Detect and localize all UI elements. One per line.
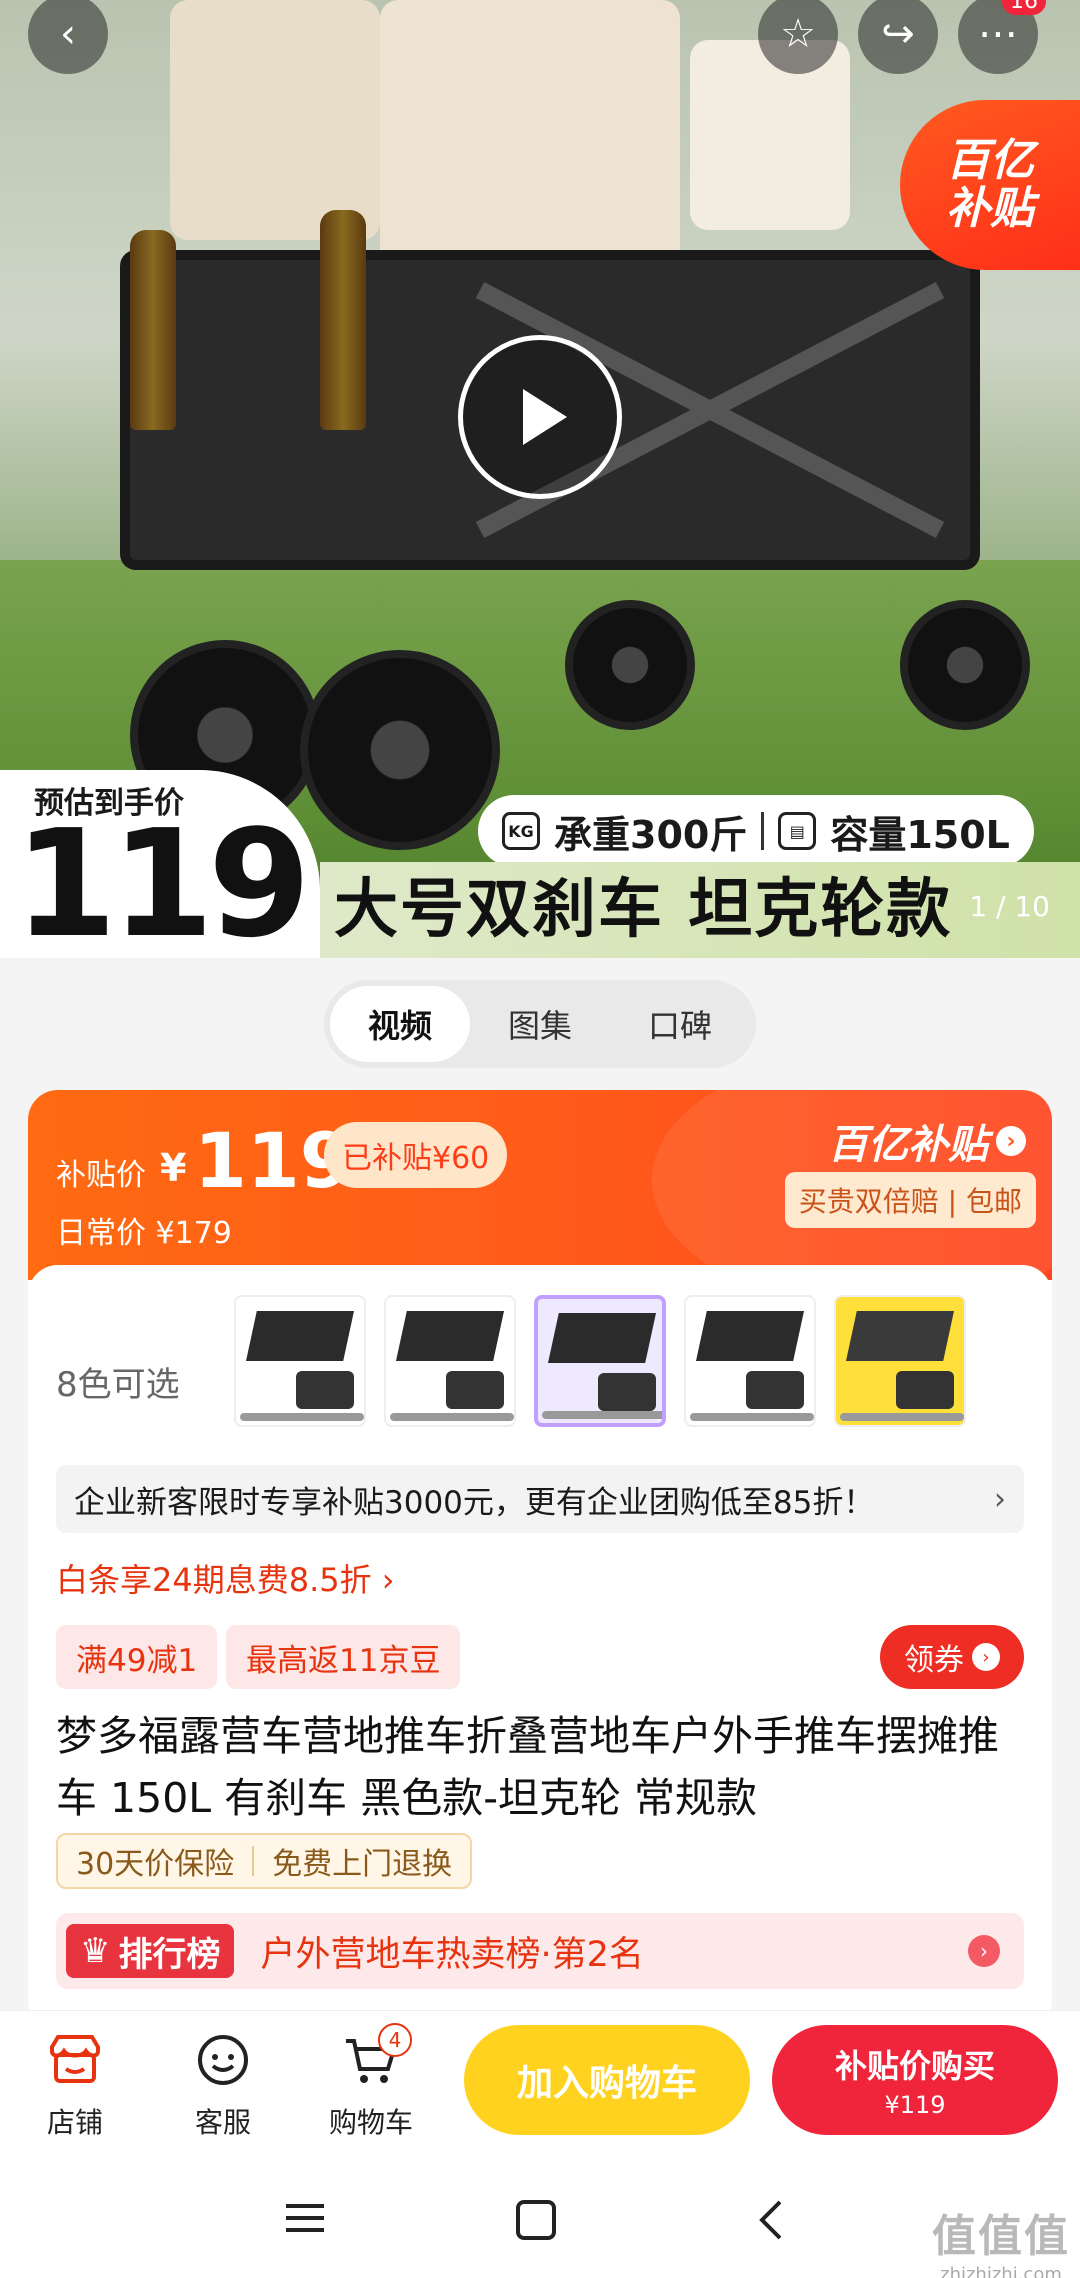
- currency-symbol: ¥: [160, 1146, 187, 1190]
- coupon-tag[interactable]: 最高返11京豆: [226, 1625, 461, 1689]
- get-coupon-label: 领券: [904, 1643, 964, 1678]
- hero-wheel: [300, 650, 500, 850]
- saved-amount-badge: 已补贴¥60: [324, 1122, 508, 1188]
- watermark-logo: 值值值: [932, 2211, 1070, 2262]
- hero-price-value: 119: [14, 798, 311, 958]
- customer-service-label: 客服: [194, 2106, 251, 2139]
- subsidy-price-header[interactable]: 补贴价 ¥ 119 已补贴¥60 日常价 ¥179 百亿补贴 › 买贵双倍赔 |…: [28, 1090, 1052, 1310]
- store-button[interactable]: 店铺: [20, 2029, 130, 2141]
- load-text: 承重300斤: [554, 812, 748, 857]
- buy-now-button[interactable]: 补贴价购买 ¥119: [772, 2025, 1058, 2135]
- color-option[interactable]: [384, 1295, 516, 1427]
- yi-subsidy-badge: 百亿 补贴: [900, 100, 1080, 270]
- tab-reviews[interactable]: 口碑: [610, 986, 750, 1062]
- add-to-cart-button[interactable]: 加入购物车: [464, 2025, 750, 2135]
- capacity-icon: ▤: [778, 812, 817, 850]
- hero-wheel: [565, 600, 695, 730]
- color-option[interactable]: [234, 1295, 366, 1427]
- hero-bag-left: [170, 0, 380, 240]
- yi-badge-line1: 百亿: [946, 134, 1034, 186]
- media-tabs: 视频 图集 口碑: [324, 980, 756, 1068]
- product-page: { "hero": { "yi_badge_line1": "百亿", "yi_…: [0, 0, 1080, 2278]
- chevron-right-icon: ›: [996, 1126, 1026, 1156]
- yi-badge-line2: 补贴: [946, 183, 1034, 234]
- hero-bottle-right: [320, 210, 366, 430]
- daily-price: 日常价 ¥179: [56, 1216, 232, 1251]
- service-guarantees[interactable]: 30天价保险 免费上门退换: [56, 1833, 473, 1889]
- enterprise-promo-bar[interactable]: 企业新客限时专享补贴3000元，更有企业团购低至85折！ ›: [56, 1465, 1024, 1533]
- buy-label: 补贴价购买: [834, 2047, 995, 2085]
- trophy-icon: ♛: [80, 1931, 111, 1971]
- system-navigation-bar: [0, 2158, 1080, 2278]
- image-page-indicator: 1 / 10: [969, 890, 1050, 923]
- store-icon: [50, 2035, 100, 2083]
- guarantee-price-protection: 30天价保险: [76, 1847, 235, 1882]
- color-count-label[interactable]: 8色可选: [56, 1357, 180, 1406]
- cart-label: 购物车: [328, 2106, 413, 2139]
- chevron-right-icon: ›: [968, 1935, 1000, 1967]
- chevron-right-icon: ›: [994, 1481, 1006, 1517]
- yi-brand-text: 百亿补贴: [828, 1122, 988, 1168]
- subsidy-price-label: 补贴价: [56, 1158, 146, 1193]
- more-badge-count: 16: [1002, 0, 1046, 15]
- share-icon: ↪: [881, 11, 915, 57]
- cart-count-badge: 4: [378, 2023, 412, 2057]
- weight-icon: KG: [502, 812, 540, 850]
- hero-price-tag: 预估到手价 119: [0, 770, 320, 958]
- hero-box-right: [690, 40, 850, 230]
- store-label: 店铺: [46, 2106, 103, 2139]
- product-info-card: 补贴价 ¥ 119 已补贴¥60 日常价 ¥179 百亿补贴 › 买贵双倍赔 |…: [28, 1090, 1052, 2030]
- ranking-badge-label: 排行榜: [118, 1934, 221, 1975]
- product-details: 8色可选 企业新客限时专享补贴3000元，更有企业团购低至85折！ › 白条享2…: [28, 1265, 1052, 2030]
- hero-product-image[interactable]: ‹ ☆ ↪ ⋯ 16 百亿 补贴 预估到手价 119 KG 承重300斤 ▤ 容…: [0, 0, 1080, 958]
- back-nav-icon[interactable]: [752, 2198, 792, 2242]
- watermark-url: zhizhizhi.com: [940, 2264, 1062, 2278]
- hero-wheel: [900, 600, 1030, 730]
- more-icon: ⋯: [978, 11, 1018, 57]
- play-icon: [523, 389, 567, 445]
- menu-icon[interactable]: [282, 2198, 328, 2238]
- customer-service-icon: [198, 2035, 248, 2085]
- ranking-text: 户外营地车热卖榜·第2名: [260, 1934, 644, 1975]
- favorite-star-icon: ☆: [780, 11, 816, 57]
- yi-subsidy-link[interactable]: 百亿补贴 ›: [828, 1112, 1026, 1170]
- color-option[interactable]: [684, 1295, 816, 1427]
- color-thumbnails: [234, 1295, 1052, 1435]
- bottom-action-bar: 店铺 客服 4 购物车 加入购物车 补贴价购买 ¥119: [0, 2010, 1080, 2158]
- hero-spec-pill: KG 承重300斤 ▤ 容量150L: [478, 795, 1034, 867]
- tab-video[interactable]: 视频: [330, 986, 470, 1062]
- baitiao-installment-link[interactable]: 白条享24期息费8.5折 ›: [56, 1555, 395, 1601]
- home-icon[interactable]: [514, 2198, 558, 2242]
- customer-service-button[interactable]: 客服: [168, 2029, 278, 2141]
- buy-price: ¥119: [884, 2091, 946, 2119]
- chevron-right-icon: ›: [972, 1643, 1000, 1671]
- ranking-badge: ♛ 排行榜: [66, 1924, 235, 1978]
- hero-slogan: 大号双刹车 坦克轮款: [320, 862, 1080, 958]
- capacity-text: 容量150L: [830, 812, 1010, 857]
- get-coupon-button[interactable]: 领券 ›: [880, 1625, 1024, 1689]
- watermark: 值值值 zhizhizhi.com: [932, 2200, 1070, 2278]
- cart-button[interactable]: 4 购物车: [316, 2023, 426, 2141]
- yi-guarantee-tag: 买贵双倍赔 | 包邮: [784, 1172, 1036, 1228]
- color-option[interactable]: [834, 1295, 966, 1427]
- color-option-selected[interactable]: [534, 1295, 666, 1427]
- ranking-bar[interactable]: ♛ 排行榜 户外营地车热卖榜·第2名 ›: [56, 1913, 1024, 1989]
- enterprise-promo-text: 企业新客限时专享补贴3000元，更有企业团购低至85折！: [74, 1484, 875, 1521]
- tab-gallery[interactable]: 图集: [470, 986, 610, 1062]
- hero-bag-center: [380, 0, 680, 280]
- hero-bottle-left: [130, 230, 176, 430]
- guarantee-free-return: 免费上门退换: [272, 1847, 453, 1882]
- product-title: 梦多福露营车营地推车折叠营地车户外手推车摆摊推车 150L 有刹车 黑色款-坦克…: [56, 1712, 999, 1822]
- coupon-tag[interactable]: 满49减1: [56, 1625, 218, 1689]
- play-video-button[interactable]: [458, 335, 622, 499]
- back-icon: ‹: [60, 11, 76, 57]
- spec-divider: [761, 812, 765, 850]
